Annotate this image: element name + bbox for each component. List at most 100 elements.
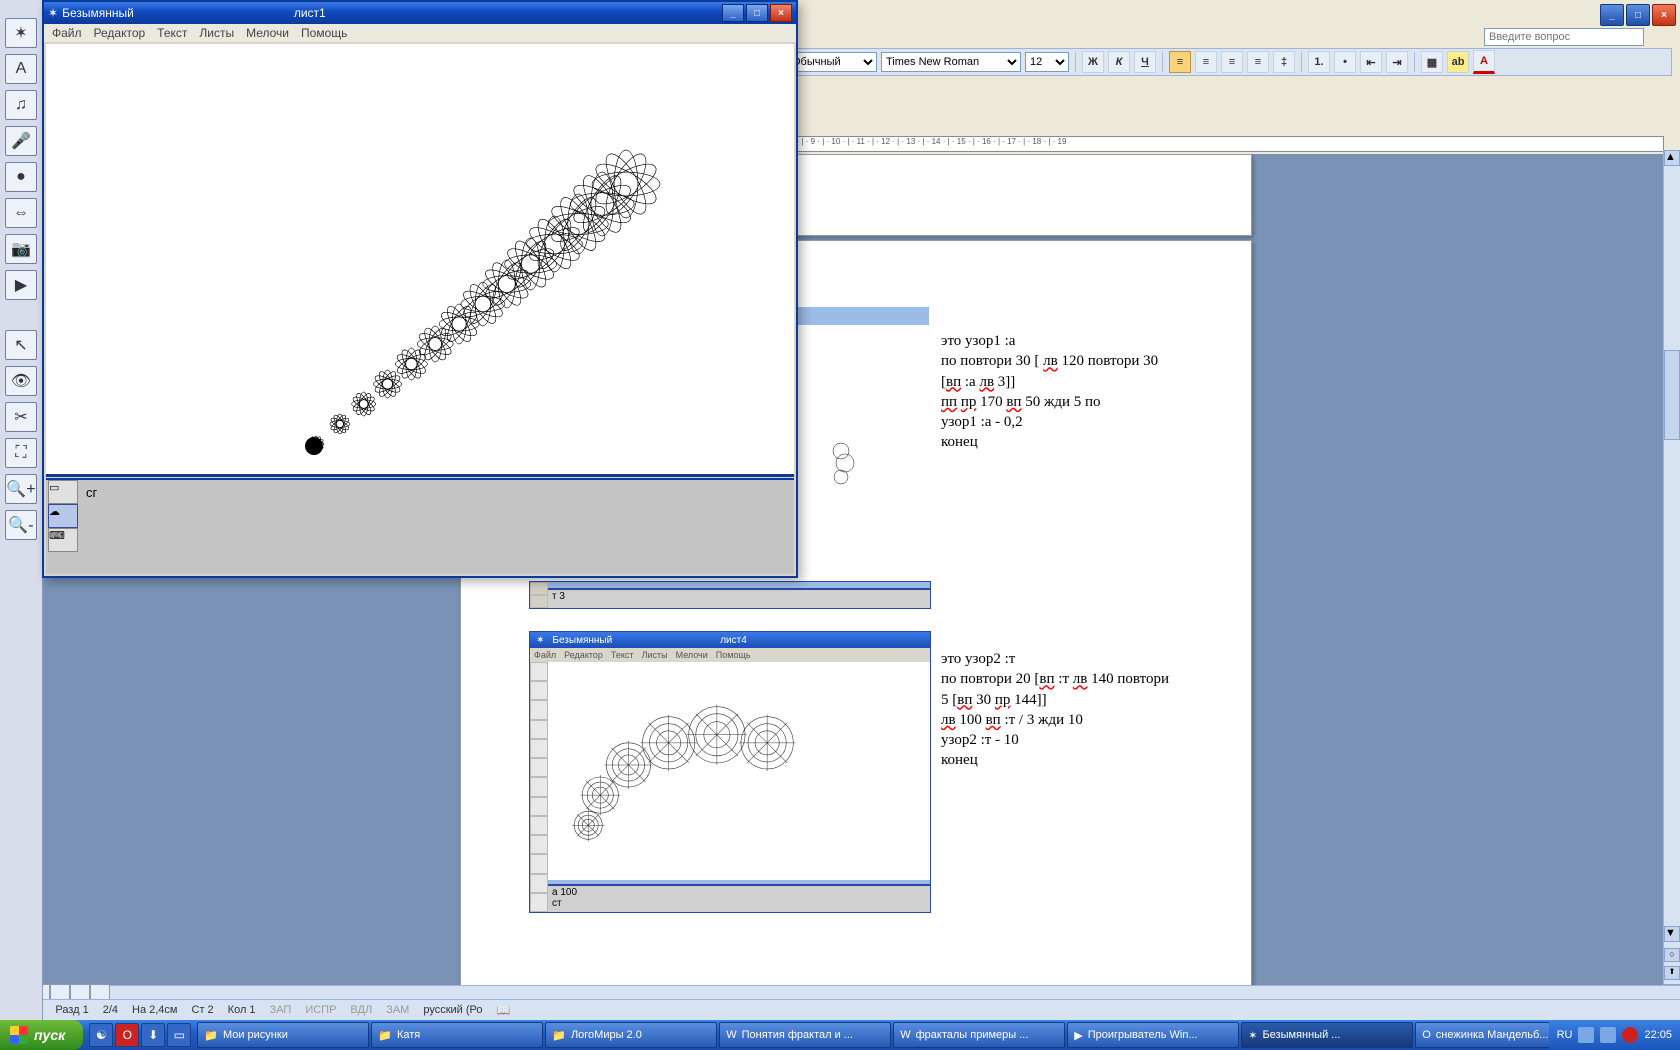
mini2-canvas <box>548 662 930 888</box>
ql-opera-icon[interactable]: O <box>115 1023 139 1047</box>
task-безымянный-[interactable]: ✶Безымянный ... <box>1241 1022 1413 1048</box>
eye-icon[interactable]: 👁 <box>5 366 37 396</box>
menu-file[interactable]: Файл <box>52 26 82 40</box>
task-icon: W <box>726 1029 736 1041</box>
tray-icon-2[interactable] <box>1600 1027 1616 1043</box>
status-book-icon[interactable]: 📖 <box>497 1004 511 1017</box>
status-lang: русский (Ро <box>423 1004 482 1016</box>
align-right-button[interactable]: ≡ <box>1221 51 1243 73</box>
embedded-screenshot-2: ✶Безымянный лист4 ФайлРедакторТекстЛисты… <box>529 631 931 913</box>
pointer-icon[interactable]: ↖ <box>5 330 37 360</box>
task-label: ЛогоМиры 2.0 <box>571 1029 642 1041</box>
cmd-tab-2[interactable]: ☁ <box>48 504 78 528</box>
tray-clock[interactable]: 22:05 <box>1644 1029 1672 1041</box>
status-col: Кол 1 <box>228 1004 256 1016</box>
logomiry-canvas[interactable] <box>46 44 794 477</box>
task-label: Понятия фрактал и ... <box>742 1029 853 1041</box>
font-select[interactable]: Times New Roman <box>881 52 1021 72</box>
minimize-button[interactable]: _ <box>1600 4 1624 26</box>
logo-close-button[interactable]: × <box>770 4 792 22</box>
style-select[interactable]: Обычный <box>787 52 877 72</box>
bold-button[interactable]: Ж <box>1082 51 1104 73</box>
stamp-icon[interactable]: ⛶ <box>5 438 37 468</box>
logomiry-menubar: Файл Редактор Текст Листы Мелочи Помощь <box>44 24 796 42</box>
maximize-button[interactable]: □ <box>1626 4 1650 26</box>
slider-icon[interactable]: ⇔ <box>5 198 37 228</box>
close-button[interactable]: × <box>1652 4 1676 26</box>
task-проигрыватель-win-[interactable]: ▶Проигрыватель Win... <box>1067 1022 1239 1048</box>
ql-download-icon[interactable]: ⬇ <box>141 1023 165 1047</box>
tray-icon-1[interactable] <box>1578 1027 1594 1043</box>
music-icon[interactable]: ♫ <box>5 90 37 120</box>
zoom-in-icon[interactable]: 🔍+ <box>5 474 37 504</box>
abc-icon[interactable]: A <box>5 54 37 84</box>
tray-icon-3[interactable] <box>1622 1027 1638 1043</box>
menu-misc[interactable]: Мелочи <box>246 26 289 40</box>
bulleted-list-button[interactable]: • <box>1334 51 1356 73</box>
menu-sheets[interactable]: Листы <box>199 26 234 40</box>
word-formatting-toolbar: Обычный Times New Roman 12 Ж К Ч ≡ ≡ ≡ ≡… <box>780 48 1672 76</box>
mini2-tools <box>530 662 548 912</box>
task-понятия-фрактал-и-[interactable]: W Понятия фрактал и ... <box>719 1022 891 1048</box>
task-логомиры-2-0[interactable]: 📁 ЛогоМиры 2.0 <box>545 1022 717 1048</box>
task-label: фракталы примеры ... <box>916 1029 1029 1041</box>
align-center-button[interactable]: ≡ <box>1195 51 1217 73</box>
cmd-tab-3[interactable]: ⌨ <box>48 528 78 552</box>
status-rec: ЗАП <box>270 1004 292 1016</box>
line-spacing-button[interactable]: ‡ <box>1273 51 1295 73</box>
status-ext: ВДЛ <box>350 1004 372 1016</box>
logo-minimize-button[interactable]: _ <box>722 4 744 22</box>
border-button[interactable]: ▦ <box>1421 51 1443 73</box>
underline-button[interactable]: Ч <box>1134 51 1156 73</box>
scissors-icon[interactable]: ✂ <box>5 402 37 432</box>
align-justify-button[interactable]: ≡ <box>1247 51 1269 73</box>
numbered-list-button[interactable]: 1. <box>1308 51 1330 73</box>
italic-button[interactable]: К <box>1108 51 1130 73</box>
mic-icon[interactable]: 🎤 <box>5 126 37 156</box>
code-block-2[interactable]: это узор2 :т по повтори 20 [вп :т лв 140… <box>941 649 1231 771</box>
task-фракталы-примеры-[interactable]: Wфракталы примеры ... <box>893 1022 1065 1048</box>
font-size-select[interactable]: 12 <box>1025 52 1069 72</box>
mini1-toolcol <box>530 582 548 608</box>
code-block-1[interactable]: это узор1 :а по повтори 30 [ лв 120 повт… <box>941 331 1231 453</box>
task-icon: 📁 <box>378 1029 392 1042</box>
menu-help[interactable]: Помощь <box>301 26 347 40</box>
quick-launch: ☯ O ⬇ ▭ <box>89 1023 191 1047</box>
record-icon[interactable]: ● <box>5 162 37 192</box>
decrease-indent-button[interactable]: ⇤ <box>1360 51 1382 73</box>
menu-text[interactable]: Текст <box>157 26 187 40</box>
task-icon: 📁 <box>552 1029 566 1042</box>
tray-lang[interactable]: RU <box>1557 1029 1573 1041</box>
camera-icon[interactable]: 📷 <box>5 234 37 264</box>
task-катя[interactable]: 📁 Катя <box>371 1022 543 1048</box>
horizontal-ruler[interactable]: · 8 · | · 9 · | · 10 · | · 11 · | · 12 ·… <box>780 136 1664 152</box>
highlight-button[interactable]: ab <box>1447 51 1469 73</box>
increase-indent-button[interactable]: ⇥ <box>1386 51 1408 73</box>
command-input[interactable]: сг <box>86 485 97 500</box>
ql-desktop-icon[interactable]: ▭ <box>167 1023 191 1047</box>
task-снежинка-мандельб-[interactable]: Oснежинка Мандельб... <box>1415 1022 1548 1048</box>
cmd-tab-1[interactable]: ▭ <box>48 480 78 504</box>
logomiry-titlebar[interactable]: ✶ Безымянный лист1 _ □ × <box>44 2 796 24</box>
word-view-buttons-bar <box>0 985 1680 1000</box>
task-мои-рисунки[interactable]: 📁Мои рисунки <box>197 1022 369 1048</box>
app-title: Безымянный <box>62 6 134 20</box>
menu-editor[interactable]: Редактор <box>94 26 146 40</box>
play-icon[interactable]: ▶ <box>5 270 37 300</box>
task-label: Катя <box>397 1029 420 1041</box>
mini1-cmd: т 3 <box>548 588 930 608</box>
align-left-button[interactable]: ≡ <box>1169 51 1191 73</box>
zoom-out-icon[interactable]: 🔍- <box>5 510 37 540</box>
logo-maximize-button[interactable]: □ <box>746 4 768 22</box>
word-vertical-scrollbar[interactable]: ▲ ▼ ○ ⬆ ⬇ <box>1663 150 1680 1002</box>
start-button[interactable]: пуск <box>0 1020 83 1050</box>
task-label: Проигрыватель Win... <box>1088 1029 1198 1041</box>
app-icon: ✶ <box>48 6 58 20</box>
task-icon: ✶ <box>1248 1029 1257 1042</box>
windows-logo-icon <box>10 1026 28 1044</box>
turtle-icon[interactable]: ✶ <box>5 18 37 48</box>
status-line: Ст 2 <box>192 1004 214 1016</box>
help-search-input[interactable] <box>1484 28 1644 46</box>
ql-messenger-icon[interactable]: ☯ <box>89 1023 113 1047</box>
font-color-button[interactable]: A <box>1473 50 1495 74</box>
